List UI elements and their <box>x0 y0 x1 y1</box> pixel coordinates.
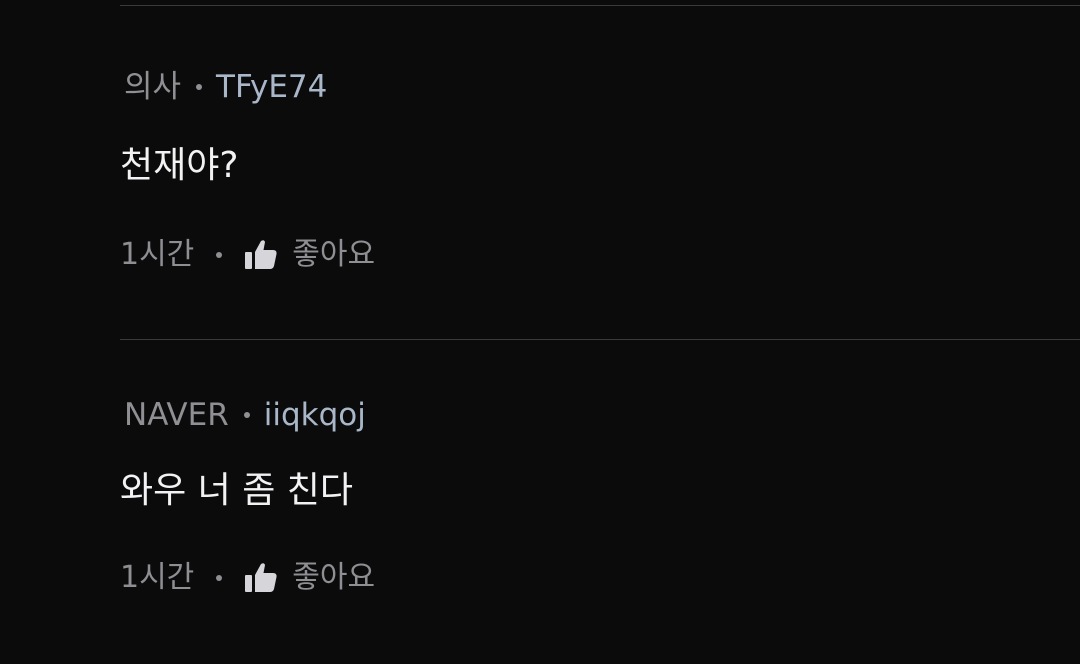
comment-time: 1시간 <box>120 237 195 272</box>
comment-item: 의사 TFyE74 천재야? 1시간 좋아요 <box>120 0 1080 338</box>
separator-dot <box>196 84 203 90</box>
like-label: 좋아요 <box>292 560 376 595</box>
comment-item: NAVER iiqkqoj 와우 너 좀 친다 1시간 좋아요 <box>120 340 1080 664</box>
comment-text: 와우 너 좀 친다 <box>120 470 354 511</box>
comment-time: 1시간 <box>120 560 195 595</box>
author-username[interactable]: iiqkqoj <box>264 395 366 435</box>
like-button[interactable]: 좋아요 <box>244 558 375 598</box>
separator-dot <box>243 412 250 418</box>
comment-text: 천재야? <box>120 145 239 186</box>
author-username[interactable]: TFyE74 <box>216 67 327 107</box>
comment-footer: 1시간 좋아요 <box>120 235 375 275</box>
separator-dot <box>216 575 223 581</box>
thumbs-up-icon <box>244 238 278 272</box>
comment-list: 의사 TFyE74 천재야? 1시간 좋아요 NAVER iiqkqoj 와우 … <box>0 0 1080 664</box>
separator-dot <box>216 252 223 258</box>
comment-author[interactable]: NAVER iiqkqoj <box>124 395 366 435</box>
like-button[interactable]: 좋아요 <box>244 235 375 275</box>
author-role: NAVER <box>124 397 229 433</box>
author-role: 의사 <box>124 69 182 105</box>
like-label: 좋아요 <box>292 237 376 272</box>
comment-author[interactable]: 의사 TFyE74 <box>124 67 327 107</box>
comment-footer: 1시간 좋아요 <box>120 558 375 598</box>
thumbs-up-icon <box>244 561 278 595</box>
